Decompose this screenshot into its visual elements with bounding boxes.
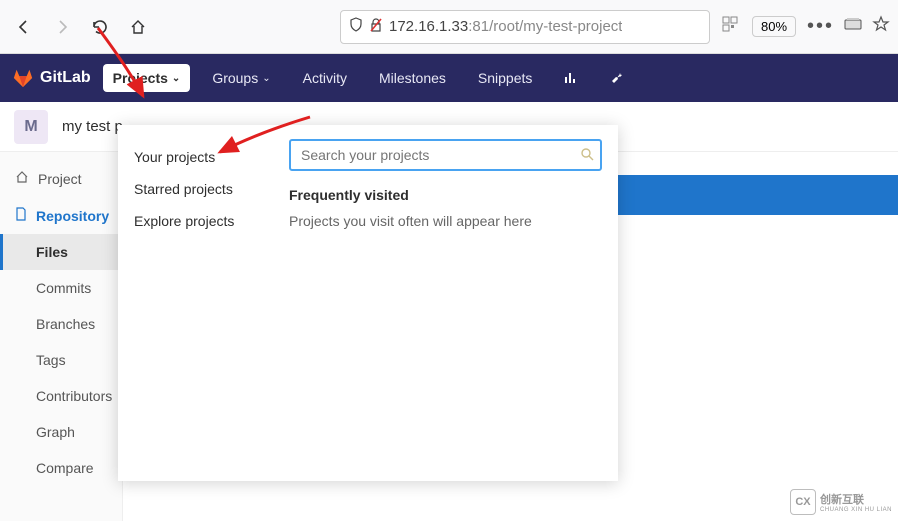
wrench-icon[interactable] (600, 65, 634, 91)
project-avatar: M (14, 110, 48, 144)
chevron-down-icon: ⌄ (262, 73, 270, 84)
dropdown-left-pane: Your projects Starred projects Explore p… (118, 125, 273, 481)
sidebar-item-project[interactable]: Project (0, 160, 122, 197)
sidebar-sub-contributors[interactable]: Contributors (0, 378, 122, 414)
dropdown-explore-projects[interactable]: Explore projects (118, 205, 273, 237)
search-icon (580, 147, 594, 164)
gitlab-logo[interactable]: GitLab (12, 67, 91, 89)
dropdown-starred-projects[interactable]: Starred projects (118, 173, 273, 205)
sidebar-item-repository[interactable]: Repository (0, 197, 122, 234)
url-text: 172.16.1.33:81/root/my-test-project (389, 18, 622, 35)
sidebar-sub-compare[interactable]: Compare (0, 450, 122, 486)
address-bar[interactable]: 172.16.1.33:81/root/my-test-project (340, 10, 710, 44)
projects-dropdown: Your projects Starred projects Explore p… (118, 125, 618, 481)
chevron-down-icon: ⌄ (172, 73, 180, 84)
star-icon[interactable] (872, 15, 890, 38)
back-button[interactable] (8, 11, 40, 43)
nav-groups[interactable]: Groups ⌄ (202, 64, 280, 92)
freq-visited-heading: Frequently visited (289, 187, 602, 203)
sidebar-sub-graph[interactable]: Graph (0, 414, 122, 450)
zoom-indicator[interactable]: 80% (752, 16, 796, 37)
nav-projects[interactable]: Projects ⌄ (103, 64, 191, 92)
not-secure-icon (369, 17, 383, 37)
doc-icon (14, 207, 28, 224)
sidebar: Project Repository Files Commits Branche… (0, 152, 123, 521)
search-projects-input[interactable] (289, 139, 602, 171)
freq-visited-empty: Projects you visit often will appear her… (289, 213, 602, 229)
sidebar-sub-commits[interactable]: Commits (0, 270, 122, 306)
browser-toolbar: 172.16.1.33:81/root/my-test-project 80% … (0, 0, 898, 54)
sidebar-sub-files[interactable]: Files (0, 234, 122, 270)
sidebar-sub-branches[interactable]: Branches (0, 306, 122, 342)
dropdown-your-projects[interactable]: Your projects (118, 141, 273, 173)
sidebar-sub-tags[interactable]: Tags (0, 342, 122, 378)
project-name[interactable]: my test p (62, 118, 123, 135)
overflow-menu-icon[interactable]: ••• (807, 15, 834, 38)
nav-snippets[interactable]: Snippets (468, 64, 542, 92)
nav-milestones[interactable]: Milestones (369, 64, 456, 92)
brand-text: GitLab (40, 69, 91, 87)
gitlab-logo-icon (12, 67, 34, 89)
watermark-icon: CX (790, 489, 816, 515)
watermark: CX 创新互联 CHUANG XIN HU LIAN (790, 489, 892, 515)
dropdown-right-pane: Frequently visited Projects you visit of… (273, 125, 618, 481)
home-icon (14, 170, 30, 187)
home-button[interactable] (122, 11, 154, 43)
gitlab-navbar: GitLab Projects ⌄ Groups ⌄ Activity Mile… (0, 54, 898, 102)
forward-button[interactable] (46, 11, 78, 43)
nav-activity[interactable]: Activity (293, 64, 357, 92)
analytics-icon[interactable] (554, 65, 588, 91)
reload-button[interactable] (84, 11, 116, 43)
qr-icon[interactable] (722, 16, 738, 37)
library-icon[interactable] (844, 17, 862, 36)
shield-icon (349, 17, 363, 37)
